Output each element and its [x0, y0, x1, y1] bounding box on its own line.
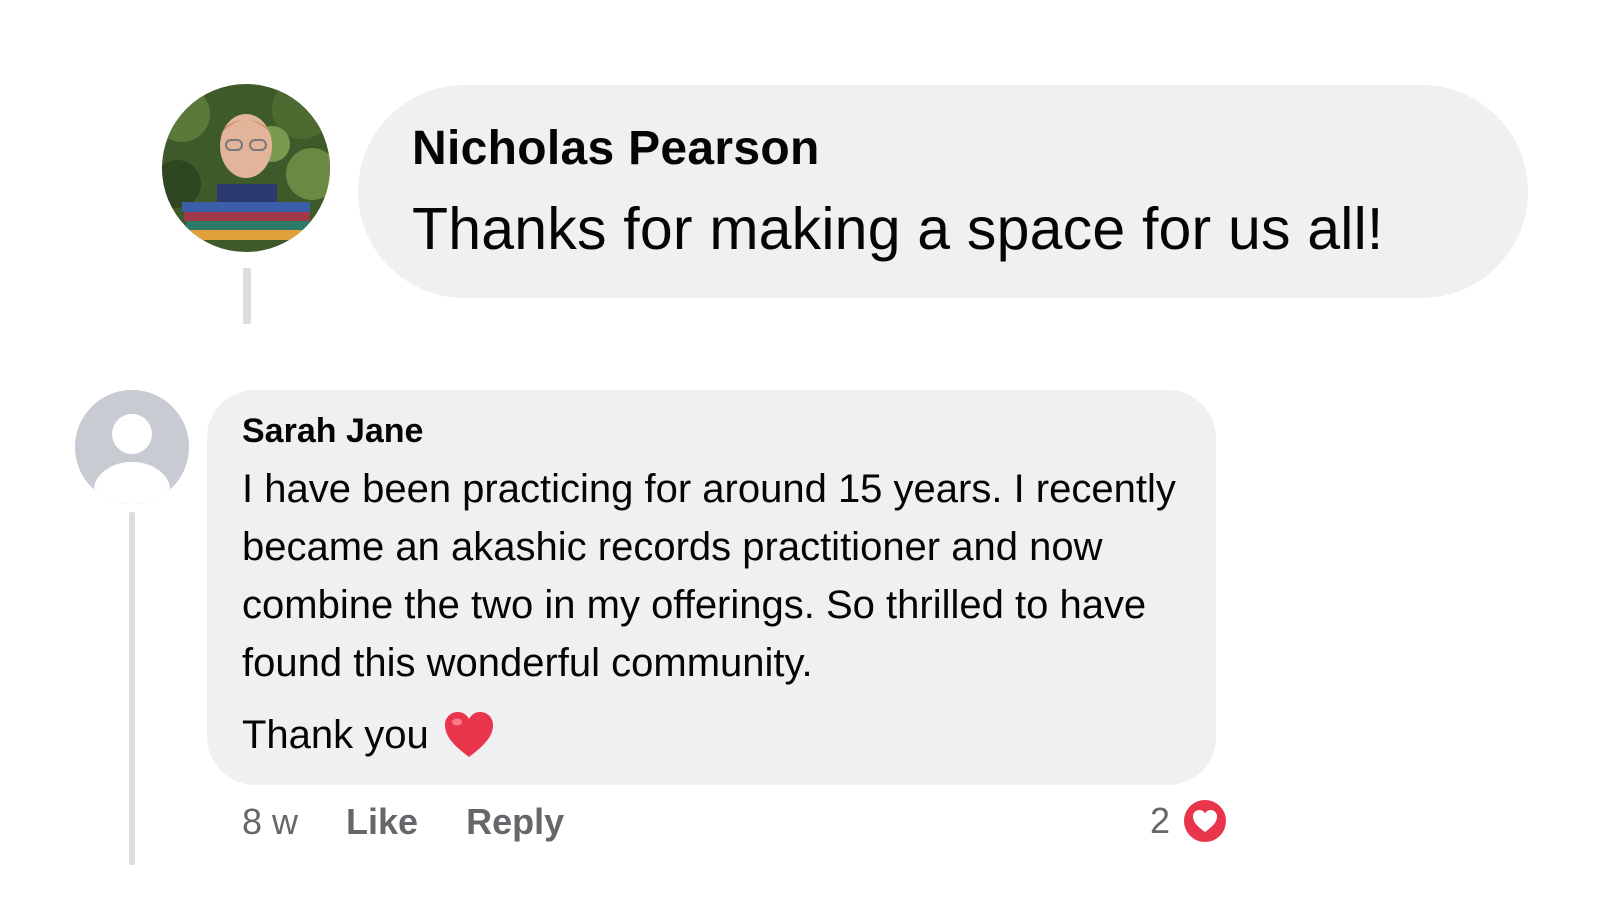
comment-author-name[interactable]: Nicholas Pearson [412, 119, 1474, 179]
comment-closing-text: Thank you [242, 713, 429, 757]
like-button[interactable]: Like [346, 800, 418, 844]
red-heart-icon [443, 710, 495, 760]
avatar-sarah-jane[interactable] [75, 390, 189, 504]
avatar-photo-image [162, 84, 330, 252]
thread-line [129, 512, 135, 865]
avatar-nicholas-pearson[interactable] [162, 84, 330, 252]
comment-closing-line: Thank you [242, 706, 1176, 764]
love-reaction-icon [1182, 798, 1229, 844]
comment-text: Thanks for making a space for us all! [412, 196, 1384, 262]
default-avatar-icon [75, 390, 189, 504]
comment-bubble-sarah: Sarah Jane I have been practicing for ar… [207, 390, 1216, 785]
comment-actions: 8 w Like Reply [242, 800, 564, 844]
reply-button[interactable]: Reply [466, 800, 564, 844]
comment-author-name[interactable]: Sarah Jane [242, 410, 1176, 452]
reaction-summary[interactable]: 2 [1150, 798, 1229, 844]
reaction-count: 2 [1150, 800, 1171, 841]
comment-timestamp[interactable]: 8 w [242, 800, 298, 844]
comment-text: I have been practicing for around 15 yea… [242, 467, 1176, 685]
comment-bubble-nicholas: Nicholas Pearson Thanks for making a spa… [358, 85, 1528, 298]
thread-line [243, 268, 251, 324]
